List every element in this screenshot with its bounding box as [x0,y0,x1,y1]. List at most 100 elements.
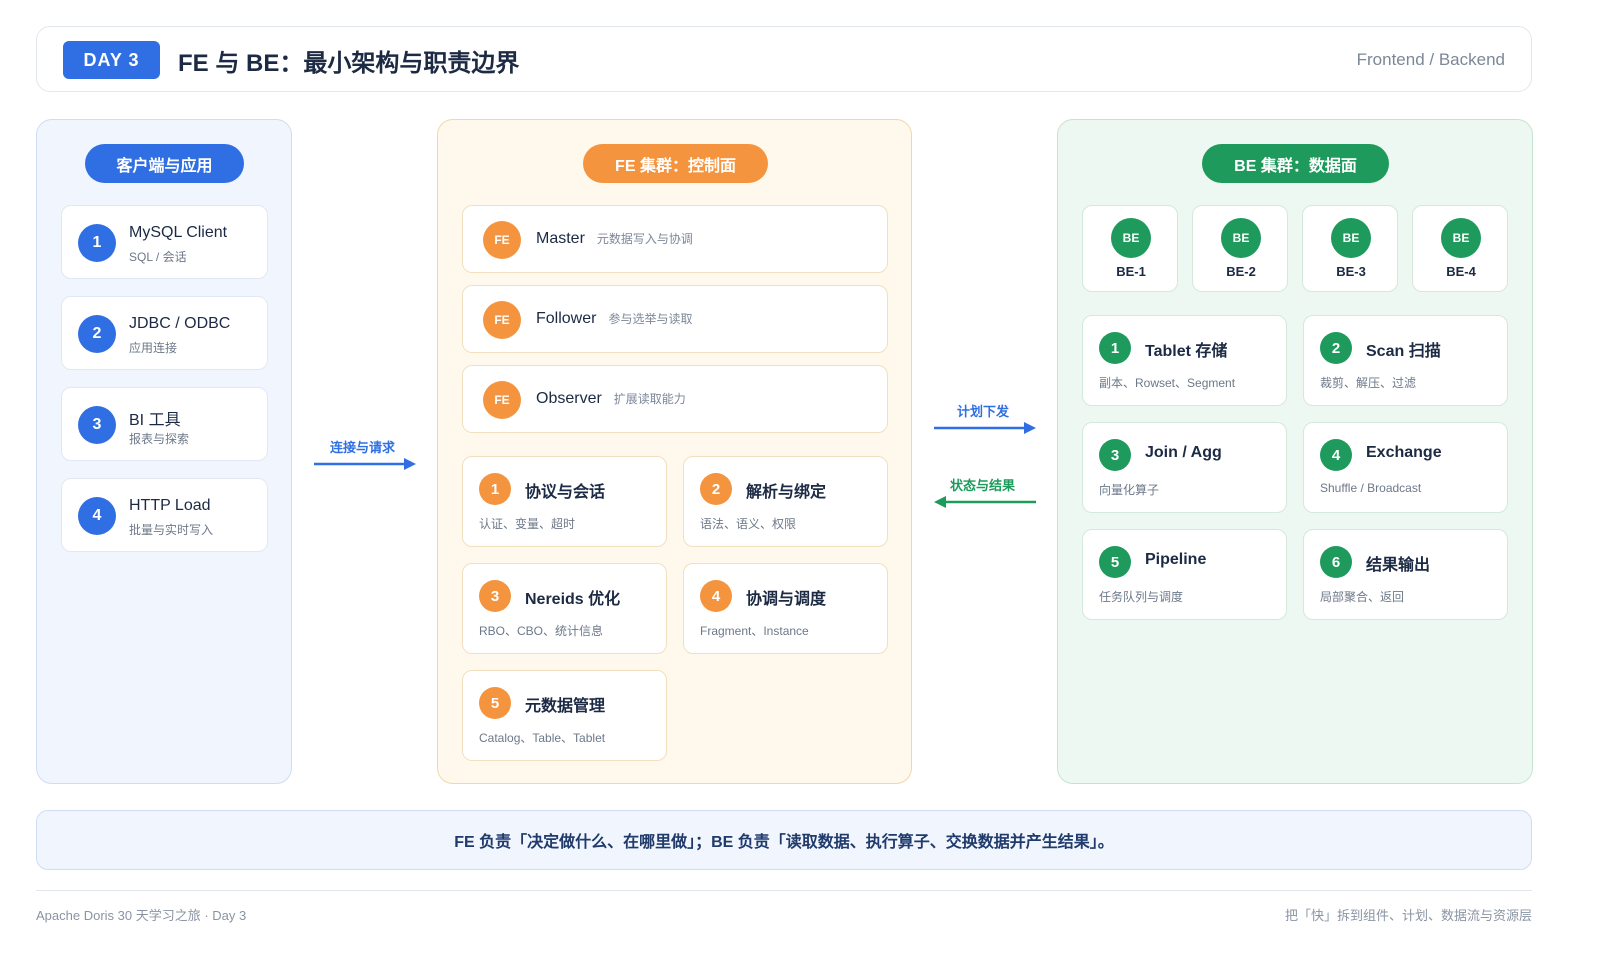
role-desc: 参与选举与读取 [608,312,693,326]
step-number-badge: 4 [78,497,116,535]
be-node-icon: BE [1221,218,1261,258]
op-sub: 裁剪、解压、过滤 [1320,376,1417,390]
status-arrow-icon [934,496,1036,508]
step-number-badge: 4 [700,580,732,612]
client-pill: 客户端与应用 [85,144,244,183]
fe-node-icon: FE [483,301,521,339]
be-node-icon: BE [1111,218,1151,258]
be-panel: BE 集群：数据面 BE BE-1 BE BE-2 BE BE-3 BE BE-… [1057,119,1533,784]
op-sub: 任务队列与调度 [1099,590,1184,604]
role-name: Observer [536,390,602,407]
fe-role-observer: FE Observer 扩展读取能力 [462,365,888,433]
client-card-title: MySQL Client [129,224,228,241]
fe-node-icon: FE [483,381,521,419]
fe-module-protocol: 1 协议与会话 认证、变量、超时 [462,456,667,547]
plan-arrow-label: 计划下发 [957,404,1010,419]
client-card-sub: SQL / 会话 [129,250,187,264]
step-number-badge: 6 [1320,546,1352,578]
op-sub: Shuffle / Broadcast [1320,481,1422,495]
fe-pill: FE 集群：控制面 [583,144,768,183]
be-op-exchange: 4 Exchange Shuffle / Broadcast [1303,422,1508,513]
client-card-jdbc: 2 JDBC / ODBC 应用连接 [61,296,268,370]
be-op-pipeline: 5 Pipeline 任务队列与调度 [1082,529,1287,620]
client-card-sub: 应用连接 [129,341,178,355]
be-node-label: BE-1 [1116,264,1146,279]
role-desc: 元数据写入与协调 [596,232,693,246]
client-panel: 客户端与应用 1 MySQL Client SQL / 会话 2 JDBC / … [36,119,292,784]
step-number-badge: 5 [1099,546,1131,578]
op-title: Pipeline [1145,551,1207,568]
fe-module-metadata: 5 元数据管理 Catalog、Table、Tablet [462,670,667,761]
connect-arrow-icon [314,458,416,470]
client-card-mysql: 1 MySQL Client SQL / 会话 [61,205,268,279]
module-sub: 认证、变量、超时 [479,517,576,531]
client-card-title: JDBC / ODBC [129,315,231,332]
fe-module-nereids: 3 Nereids 优化 RBO、CBO、统计信息 [462,563,667,654]
header-bar: DAY 3 FE 与 BE：最小架构与职责边界 Frontend / Backe… [36,26,1532,92]
role-name: Master [536,230,585,247]
be-node-2: BE BE-2 [1192,205,1288,292]
role-desc: 扩展读取能力 [613,392,686,406]
header-subtitle: Frontend / Backend [1356,50,1505,69]
op-sub: 局部聚合、返回 [1320,590,1405,604]
step-number-badge: 2 [78,315,116,353]
fe-node-icon: FE [483,221,521,259]
client-card-sub: 批量与实时写入 [129,523,214,537]
be-pill: BE 集群：数据面 [1202,144,1389,183]
status-arrow-label: 状态与结果 [950,478,1016,493]
client-card-sub: 报表与探索 [129,432,190,446]
client-card-title: BI 工具 [129,412,181,429]
fe-module-parse: 2 解析与绑定 语法、语义、权限 [683,456,888,547]
be-op-join: 3 Join / Agg 向量化算子 [1082,422,1287,513]
module-title: 协调与调度 [746,591,827,608]
be-node-icon: BE [1331,218,1371,258]
client-card-http: 4 HTTP Load 批量与实时写入 [61,478,268,552]
page-title: FE 与 BE：最小架构与职责边界 [178,50,520,77]
op-title: 结果输出 [1366,557,1431,574]
be-node-label: BE-4 [1446,264,1476,279]
footer-divider [36,890,1532,891]
step-number-badge: 1 [479,473,511,505]
module-title: 解析与绑定 [746,484,827,501]
module-sub: Catalog、Table、Tablet [479,731,606,745]
op-title: Tablet 存储 [1145,343,1228,360]
day-badge: DAY 3 [63,41,160,79]
op-sub: 副本、Rowset、Segment [1099,376,1236,390]
summary-banner: FE 负责「决定做什么、在哪里做」；BE 负责「读取数据、执行算子、交换数据并产… [36,810,1532,870]
fe-module-coordinate: 4 协调与调度 Fragment、Instance [683,563,888,654]
step-number-badge: 1 [78,224,116,262]
footer-right-text: 把「快」拆到组件、计划、数据流与资源层 [1284,908,1532,923]
client-card-title: HTTP Load [129,497,211,514]
step-number-badge: 5 [479,687,511,719]
fe-role-follower: FE Follower 参与选举与读取 [462,285,888,353]
be-node-3: BE BE-3 [1302,205,1398,292]
step-number-badge: 4 [1320,439,1352,471]
connect-arrow-label: 连接与请求 [330,440,396,455]
role-name: Follower [536,310,597,327]
op-title: Scan 扫描 [1366,343,1441,360]
be-op-scan: 2 Scan 扫描 裁剪、解压、过滤 [1303,315,1508,406]
fe-panel: FE 集群：控制面 FE Master 元数据写入与协调 FE Follower 参… [437,119,912,784]
be-op-tablet: 1 Tablet 存储 副本、Rowset、Segment [1082,315,1287,406]
step-number-badge: 3 [479,580,511,612]
step-number-badge: 2 [700,473,732,505]
module-sub: RBO、CBO、统计信息 [479,624,604,638]
step-number-badge: 1 [1099,332,1131,364]
op-title: Exchange [1366,444,1442,461]
module-sub: 语法、语义、权限 [700,517,797,531]
step-number-badge: 2 [1320,332,1352,364]
op-sub: 向量化算子 [1099,483,1160,497]
module-title: 元数据管理 [525,698,606,715]
op-title: Join / Agg [1145,444,1222,461]
footer-left-text: Apache Doris 30 天学习之旅 · Day 3 [36,908,247,923]
plan-arrow-icon [934,422,1036,434]
be-node-icon: BE [1441,218,1481,258]
be-node-label: BE-3 [1336,264,1366,279]
fe-role-master: FE Master 元数据写入与协调 [462,205,888,273]
be-op-output: 6 结果输出 局部聚合、返回 [1303,529,1508,620]
step-number-badge: 3 [1099,439,1131,471]
be-node-label: BE-2 [1226,264,1256,279]
module-sub: Fragment、Instance [700,624,809,638]
be-node-1: BE BE-1 [1082,205,1178,292]
client-card-bi: 3 BI 工具 报表与探索 [61,387,268,461]
